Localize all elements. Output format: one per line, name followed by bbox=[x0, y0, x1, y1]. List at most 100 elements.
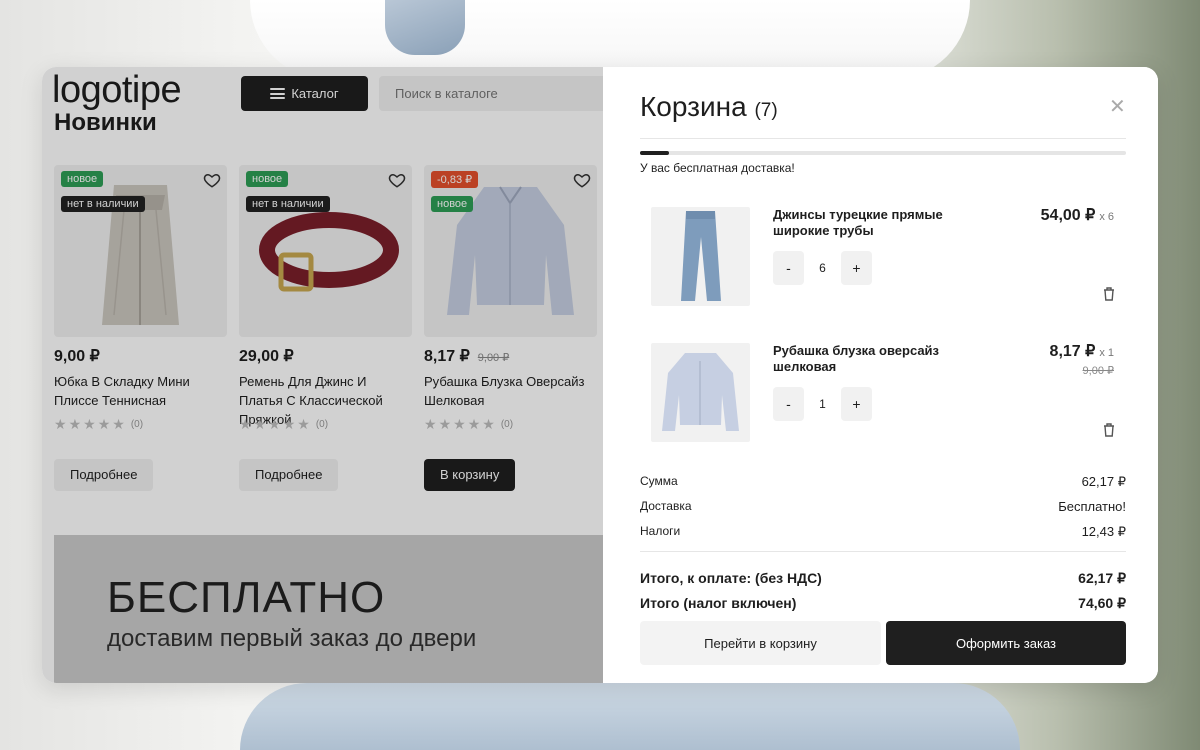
star-icon: ★ bbox=[83, 416, 96, 432]
badge-out-of-stock: нет в наличии bbox=[61, 196, 145, 212]
star-icon: ★ bbox=[424, 416, 437, 432]
product-card[interactable]: новое нет в наличии 9,00 ₽ Юбка В Складк… bbox=[54, 165, 227, 491]
delivery-value: Бесплатно! bbox=[1058, 499, 1126, 514]
cart-item-name[interactable]: Рубашка блузка оверсайз шелковая bbox=[773, 343, 953, 375]
product-image[interactable]: новое нет в наличии bbox=[239, 165, 412, 337]
badge-discount: -0,83 ₽ bbox=[431, 171, 479, 188]
product-price: 8,17 ₽ bbox=[424, 348, 470, 365]
cart-item-multiplier: x 1 bbox=[1099, 347, 1114, 359]
quantity-stepper: - 6 + bbox=[773, 251, 872, 285]
background-denim-jacket bbox=[240, 683, 1020, 750]
star-icon: ★ bbox=[112, 416, 125, 432]
star-icon: ★ bbox=[482, 416, 495, 432]
background-denim-collar bbox=[385, 0, 465, 55]
product-image[interactable]: -0,83 ₽ новое bbox=[424, 165, 597, 337]
storefront: logotipe Каталог Новинки новое нет в нал… bbox=[42, 67, 603, 683]
details-button[interactable]: Подробнее bbox=[239, 459, 339, 491]
cart-title: Корзина (7) bbox=[640, 91, 778, 123]
close-icon[interactable]: ✕ bbox=[1109, 97, 1126, 117]
sum-value: 62,17 ₽ bbox=[1081, 474, 1126, 489]
details-button[interactable]: Подробнее bbox=[54, 459, 154, 491]
delivery-label: Доставка bbox=[640, 499, 692, 513]
cart-drawer: Корзина (7) ✕ У вас бесплатная доставка!… bbox=[603, 67, 1158, 683]
star-icon: ★ bbox=[68, 416, 82, 432]
go-to-cart-button[interactable]: Перейти в корзину bbox=[640, 621, 881, 665]
total-with-tax: Итого (налог включен) 74,60 ₽ bbox=[640, 595, 1126, 612]
star-icon: ★ bbox=[438, 416, 452, 432]
cart-item-price: 8,17 ₽ x 1 9,00 ₽ bbox=[1050, 341, 1114, 377]
product-image[interactable]: новое нет в наличии bbox=[54, 165, 227, 337]
cart-item-image[interactable] bbox=[651, 343, 750, 442]
progress-fill bbox=[640, 151, 670, 155]
rating-count: (0) bbox=[130, 419, 144, 430]
skirt-image bbox=[102, 185, 179, 325]
jeans-image bbox=[681, 211, 721, 301]
product-name[interactable]: Рубашка Блузка Оверсайз Шелковая bbox=[424, 372, 597, 412]
sum-label: Сумма bbox=[640, 474, 678, 488]
catalog-button[interactable]: Каталог bbox=[241, 76, 368, 111]
badge-new: новое bbox=[431, 196, 474, 212]
divider bbox=[640, 551, 1126, 552]
cart-item: Рубашка блузка оверсайз шелковая - 1 + 8… bbox=[651, 343, 1126, 443]
add-to-cart-button[interactable]: В корзину bbox=[424, 459, 516, 491]
cart-title-label: Корзина bbox=[640, 91, 747, 122]
summary-delivery: Доставка Бесплатно! bbox=[640, 499, 1126, 514]
badge-out-of-stock: нет в наличии bbox=[246, 196, 330, 212]
cart-item-old-price: 9,00 ₽ bbox=[1082, 365, 1114, 377]
star-icon: ★ bbox=[453, 416, 466, 432]
product-old-price: 9,00 ₽ bbox=[477, 352, 510, 364]
rating-stars: ★ ★ ★ ★ ★ (0) bbox=[424, 416, 597, 433]
product-name[interactable]: Юбка В Складку Мини Плиссе Теннисная bbox=[54, 372, 227, 412]
tax-value: 12,43 ₽ bbox=[1081, 524, 1126, 539]
logo[interactable]: logotipe bbox=[52, 69, 182, 112]
total-with-tax-value: 74,60 ₽ bbox=[1078, 595, 1126, 611]
total-no-vat: Итого, к оплате: (без НДС) 62,17 ₽ bbox=[640, 570, 1126, 587]
cart-item: Джинсы турецкие прямые широкие трубы - 6… bbox=[651, 207, 1126, 307]
product-name[interactable]: Ремень Для Джинс И Платья С Классической… bbox=[239, 372, 412, 427]
rating-count: (0) bbox=[315, 419, 329, 430]
summary-sum: Сумма 62,17 ₽ bbox=[640, 474, 1126, 490]
blouse-image bbox=[662, 353, 739, 431]
rating-stars: ★ ★ ★ ★ ★ (0) bbox=[239, 416, 412, 433]
decrease-button[interactable]: - bbox=[773, 387, 804, 421]
heart-icon[interactable] bbox=[388, 171, 406, 189]
divider bbox=[640, 138, 1126, 139]
rating-stars: ★ ★ ★ ★ ★ (0) bbox=[54, 416, 227, 433]
banner-subtitle: доставим первый заказ до двери bbox=[107, 625, 477, 652]
product-card[interactable]: -0,83 ₽ новое 8,17 ₽ 9,00 ₽ Рубашка Блуз… bbox=[424, 165, 597, 491]
heart-icon[interactable] bbox=[203, 171, 221, 189]
trash-icon[interactable] bbox=[1103, 423, 1115, 437]
increase-button[interactable]: + bbox=[841, 251, 872, 285]
decrease-button[interactable]: - bbox=[773, 251, 804, 285]
cart-count: (7) bbox=[754, 100, 778, 121]
increase-button[interactable]: + bbox=[841, 387, 872, 421]
cart-item-name[interactable]: Джинсы турецкие прямые широкие трубы bbox=[773, 207, 953, 239]
product-price: 29,00 ₽ bbox=[239, 348, 294, 365]
quantity-value[interactable]: 1 bbox=[804, 397, 841, 411]
summary-tax: Налоги 12,43 ₽ bbox=[640, 524, 1126, 540]
star-icon: ★ bbox=[253, 416, 267, 432]
catalog-label: Каталог bbox=[291, 86, 339, 101]
checkout-button[interactable]: Оформить заказ bbox=[886, 621, 1126, 665]
cart-item-price-value: 54,00 ₽ bbox=[1040, 207, 1096, 224]
cart-item-image[interactable] bbox=[651, 207, 750, 306]
search-input[interactable] bbox=[379, 76, 603, 111]
promo-banner[interactable]: БЕСПЛАТНО доставим первый заказ до двери bbox=[54, 535, 603, 683]
product-card[interactable]: новое нет в наличии 29,00 ₽ Ремень Для Д… bbox=[239, 165, 412, 491]
total-with-tax-label: Итого (налог включен) bbox=[640, 595, 797, 611]
section-title: Новинки bbox=[54, 109, 157, 136]
trash-icon[interactable] bbox=[1103, 287, 1115, 301]
product-price: 9,00 ₽ bbox=[54, 348, 100, 365]
badge-new: новое bbox=[246, 171, 289, 187]
cart-item-price: 54,00 ₽ x 6 bbox=[1041, 205, 1114, 225]
star-icon: ★ bbox=[282, 416, 296, 432]
heart-icon[interactable] bbox=[573, 171, 591, 189]
cart-item-multiplier: x 6 bbox=[1099, 211, 1114, 223]
total-no-vat-label: Итого, к оплате: (без НДС) bbox=[640, 570, 822, 586]
banner-title: БЕСПЛАТНО bbox=[107, 573, 386, 622]
star-icon: ★ bbox=[297, 416, 310, 432]
free-shipping-progress bbox=[640, 151, 1126, 155]
quantity-value[interactable]: 6 bbox=[804, 261, 841, 275]
star-icon: ★ bbox=[239, 416, 252, 432]
rating-count: (0) bbox=[500, 419, 514, 430]
